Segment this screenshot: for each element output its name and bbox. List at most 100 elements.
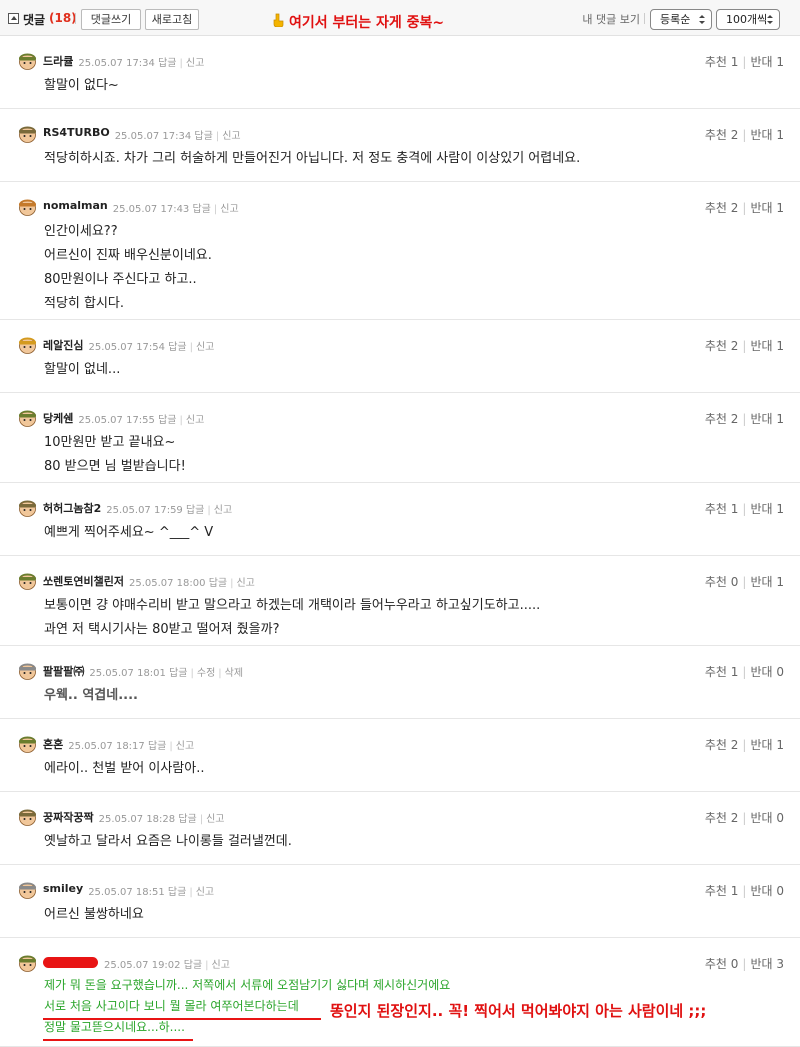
comment-author[interactable]: 혼혼 — [43, 736, 63, 752]
downvote-button[interactable]: 반대 — [750, 201, 772, 215]
report-link[interactable]: 신고 — [212, 960, 230, 971]
reply-link[interactable]: 답글 — [169, 668, 187, 679]
avatar-icon[interactable] — [17, 408, 38, 427]
comment-author[interactable]: smiley — [43, 882, 83, 895]
avatar-icon[interactable] — [17, 571, 38, 590]
upvote-button[interactable]: 추천 — [705, 128, 727, 142]
toolbar-divider — [75, 13, 76, 24]
reply-link[interactable]: 답글 — [192, 204, 210, 215]
toolbar-divider — [644, 13, 645, 24]
upvote-button[interactable]: 추천 — [705, 665, 727, 679]
avatar-icon[interactable] — [17, 498, 38, 517]
write-comment-button[interactable]: 댓글쓰기 — [81, 9, 141, 30]
reply-link[interactable]: 답글 — [186, 505, 204, 516]
collapse-toggle-icon[interactable] — [8, 13, 19, 24]
overlay-note: 여기서 부터는 자게 중복~ — [289, 15, 445, 31]
downvote-button[interactable]: 반대 — [750, 128, 772, 142]
avatar-icon[interactable] — [17, 124, 38, 143]
page-size-select[interactable]: 100개씩 — [716, 9, 780, 30]
upvote-button[interactable]: 추천 — [705, 738, 727, 752]
meta-divider: | — [179, 415, 183, 426]
report-link[interactable]: 신고 — [236, 578, 254, 589]
report-link[interactable]: 신고 — [186, 58, 204, 69]
comment-item: 당케쉔 25.05.07 17:55 답글 | 신고 추천 2 | 반대 1 10만원만 받고… — [0, 393, 800, 483]
reply-link[interactable]: 답글 — [158, 415, 176, 426]
comments-count: (18) — [49, 11, 77, 25]
upvote-button[interactable]: 추천 — [705, 55, 727, 69]
report-link[interactable]: 신고 — [222, 131, 240, 142]
reply-link[interactable]: 답글 — [194, 131, 212, 142]
upvote-button[interactable]: 추천 — [705, 575, 727, 589]
downvote-button[interactable]: 반대 — [750, 957, 772, 971]
downvote-button[interactable]: 반대 — [750, 738, 772, 752]
avatar-icon[interactable] — [17, 335, 38, 354]
comment-author[interactable]: 쏘렌토연비챌린저 — [43, 573, 124, 589]
sort-select[interactable]: 등록순 — [650, 9, 712, 30]
reply-link[interactable]: 답글 — [168, 887, 186, 898]
refresh-button[interactable]: 새로고침 — [145, 9, 199, 30]
downvote-button[interactable]: 반대 — [750, 339, 772, 353]
comment-author[interactable]: 당케쉔 — [43, 410, 73, 426]
upvote-button[interactable]: 추천 — [705, 412, 727, 426]
comment-author[interactable]: 드라큘 — [43, 53, 73, 69]
downvote-button[interactable]: 반대 — [750, 412, 772, 426]
meta-divider: | — [199, 814, 204, 825]
comment-meta: 25.05.07 18:17 답글 | 신고 — [68, 737, 194, 752]
reply-link[interactable]: 답글 — [158, 58, 176, 69]
my-comments-link[interactable]: 내 댓글 보기 — [582, 11, 640, 27]
downvote-button[interactable]: 반대 — [750, 575, 772, 589]
comment-item: 드라큘 25.05.07 17:34 답글 | 신고 추천 1 | 반대 1 할말이 없다~ — [0, 36, 800, 109]
report-link[interactable]: 신고 — [176, 741, 194, 752]
avatar-icon[interactable] — [17, 197, 38, 216]
upvote-button[interactable]: 추천 — [705, 339, 727, 353]
comment-date: 25.05.07 17:43 — [112, 204, 190, 215]
comment-text-line: 80만원이나 주신다고 하고.. — [44, 272, 197, 287]
comment-author[interactable]: nomalman — [43, 199, 108, 212]
reply-link[interactable]: 답글 — [168, 342, 186, 353]
edit-link[interactable]: 수정 — [197, 668, 215, 679]
avatar-icon[interactable] — [17, 880, 38, 899]
avatar-icon[interactable] — [17, 953, 38, 972]
vote-counts: 추천 2 | 반대 1 — [705, 410, 784, 427]
comment-author[interactable]: 허허그놈참2 — [43, 500, 101, 516]
avatar-icon[interactable] — [17, 51, 38, 70]
comment-author[interactable]: 레알진심 — [43, 337, 83, 353]
downvote-button[interactable]: 반대 — [750, 55, 772, 69]
comment-date: 25.05.07 18:28 — [98, 814, 176, 825]
vote-divider: | — [742, 884, 747, 898]
upvote-button[interactable]: 추천 — [705, 811, 727, 825]
comment-text-line: 어르신이 진짜 배우신분이네요. — [44, 248, 212, 263]
vote-counts: 추천 1 | 반대 1 — [705, 500, 784, 517]
comment-text-line: 과연 저 택시기사는 80받고 떨어져 줬을까? — [44, 622, 280, 637]
upvote-button[interactable]: 추천 — [705, 502, 727, 516]
report-link[interactable]: 신고 — [214, 505, 232, 516]
reply-link[interactable]: 답글 — [148, 741, 166, 752]
avatar-icon[interactable] — [17, 807, 38, 826]
avatar-icon[interactable] — [17, 661, 38, 680]
report-link[interactable]: 신고 — [206, 814, 224, 825]
comment-date: 25.05.07 18:17 — [68, 741, 145, 752]
upvote-button[interactable]: 추천 — [705, 884, 727, 898]
reply-link[interactable]: 답글 — [178, 814, 196, 825]
report-link[interactable]: 신고 — [196, 887, 214, 898]
upvote-button[interactable]: 추천 — [705, 957, 727, 971]
comment-author[interactable]: 꿍짜작꿍짝 — [43, 809, 94, 825]
report-link[interactable]: 신고 — [186, 415, 204, 426]
avatar-icon[interactable] — [17, 734, 38, 753]
reply-link[interactable]: 답글 — [184, 960, 202, 971]
redacted-author-mark — [43, 957, 98, 968]
report-link[interactable]: 신고 — [220, 204, 238, 215]
comment-author[interactable]: 팔팔팔㈜ — [43, 663, 84, 679]
downvote-button[interactable]: 반대 — [750, 884, 772, 898]
comment-text-line: 옛날하고 달라서 요즘은 나이롱들 걸러낼껀데. — [44, 834, 292, 849]
downvote-button[interactable]: 반대 — [750, 502, 772, 516]
comment-text-line: 우웩.. 역겹네.... — [44, 688, 138, 703]
downvote-button[interactable]: 반대 — [750, 811, 772, 825]
comment-author[interactable]: RS4TURBO — [43, 126, 110, 139]
upvote-button[interactable]: 추천 — [705, 201, 727, 215]
report-link[interactable]: 신고 — [196, 342, 214, 353]
reply-link[interactable]: 답글 — [209, 578, 227, 589]
downvote-button[interactable]: 반대 — [750, 665, 772, 679]
delete-link[interactable]: 삭제 — [225, 668, 243, 679]
meta-divider: | — [190, 668, 194, 679]
